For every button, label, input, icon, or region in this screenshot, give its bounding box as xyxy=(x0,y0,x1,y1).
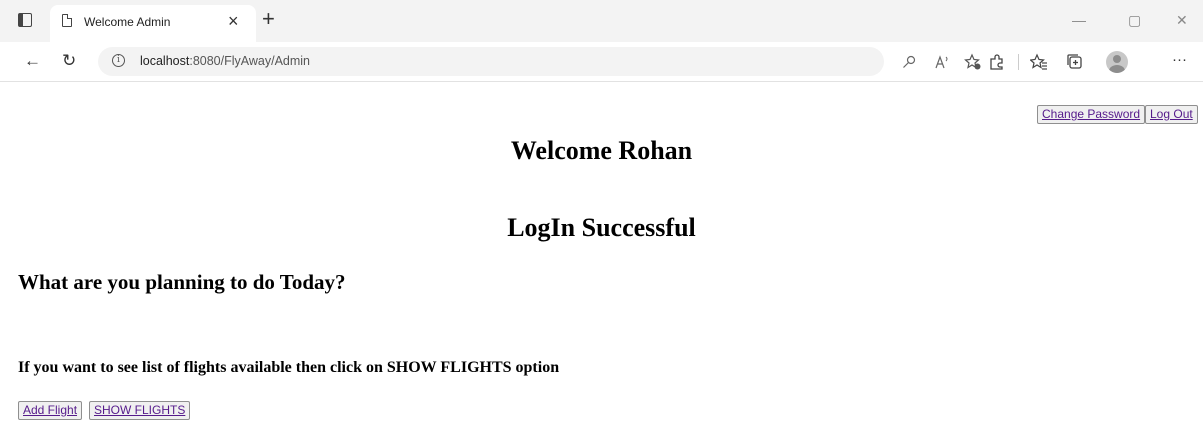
change-password-button[interactable]: Change Password xyxy=(1037,105,1146,124)
profile-avatar-icon[interactable] xyxy=(1106,51,1128,73)
minimize-icon[interactable]: — xyxy=(1072,12,1086,28)
browser-toolbar: ← ↻ i localhost:8080/FlyAway/Admin ··· xyxy=(0,42,1203,82)
question-heading: What are you planning to do Today? xyxy=(18,270,346,294)
back-icon[interactable]: ← xyxy=(24,51,41,71)
add-flight-button[interactable]: Add Flight xyxy=(18,401,83,420)
page-content: Change Password Log Out Welcome Rohan Lo… xyxy=(0,82,1203,422)
add-favorite-icon[interactable] xyxy=(964,53,982,71)
more-options-icon[interactable]: ··· xyxy=(1172,50,1187,70)
browser-tab-active[interactable]: Welcome Admin × xyxy=(50,5,256,42)
tab-title: Welcome Admin xyxy=(84,15,171,29)
password-key-icon[interactable] xyxy=(902,55,916,69)
window-close-icon[interactable]: ✕ xyxy=(1176,12,1188,28)
show-flights-button[interactable]: SHOW FLIGHTS xyxy=(89,401,191,420)
log-out-button[interactable]: Log Out xyxy=(1145,105,1198,124)
refresh-icon[interactable]: ↻ xyxy=(62,51,76,71)
favorites-icon[interactable] xyxy=(1030,53,1048,71)
url-text[interactable]: localhost:8080/FlyAway/Admin xyxy=(140,54,310,68)
url-host: localhost xyxy=(140,54,190,68)
toolbar-separator xyxy=(1018,54,1019,70)
restore-icon[interactable]: ▢ xyxy=(1128,12,1141,28)
tab-actions-icon[interactable] xyxy=(18,13,32,27)
address-bar[interactable]: i localhost:8080/FlyAway/Admin xyxy=(98,47,884,76)
collections-icon[interactable] xyxy=(1066,53,1084,71)
tab-close-icon[interactable]: × xyxy=(228,12,239,30)
extensions-icon[interactable] xyxy=(988,53,1006,71)
url-path: :8080/FlyAway/Admin xyxy=(189,54,311,68)
new-tab-icon[interactable]: + xyxy=(262,8,275,30)
browser-tab-bar: Welcome Admin × + — ▢ ✕ xyxy=(0,0,1203,42)
page-icon xyxy=(62,13,73,27)
read-aloud-icon[interactable] xyxy=(934,54,950,70)
show-flights-info: If you want to see list of flights avail… xyxy=(18,359,560,376)
login-status-heading: LogIn Successful xyxy=(507,213,696,242)
info-icon[interactable]: i xyxy=(112,54,125,67)
welcome-heading: Welcome Rohan xyxy=(510,136,693,165)
